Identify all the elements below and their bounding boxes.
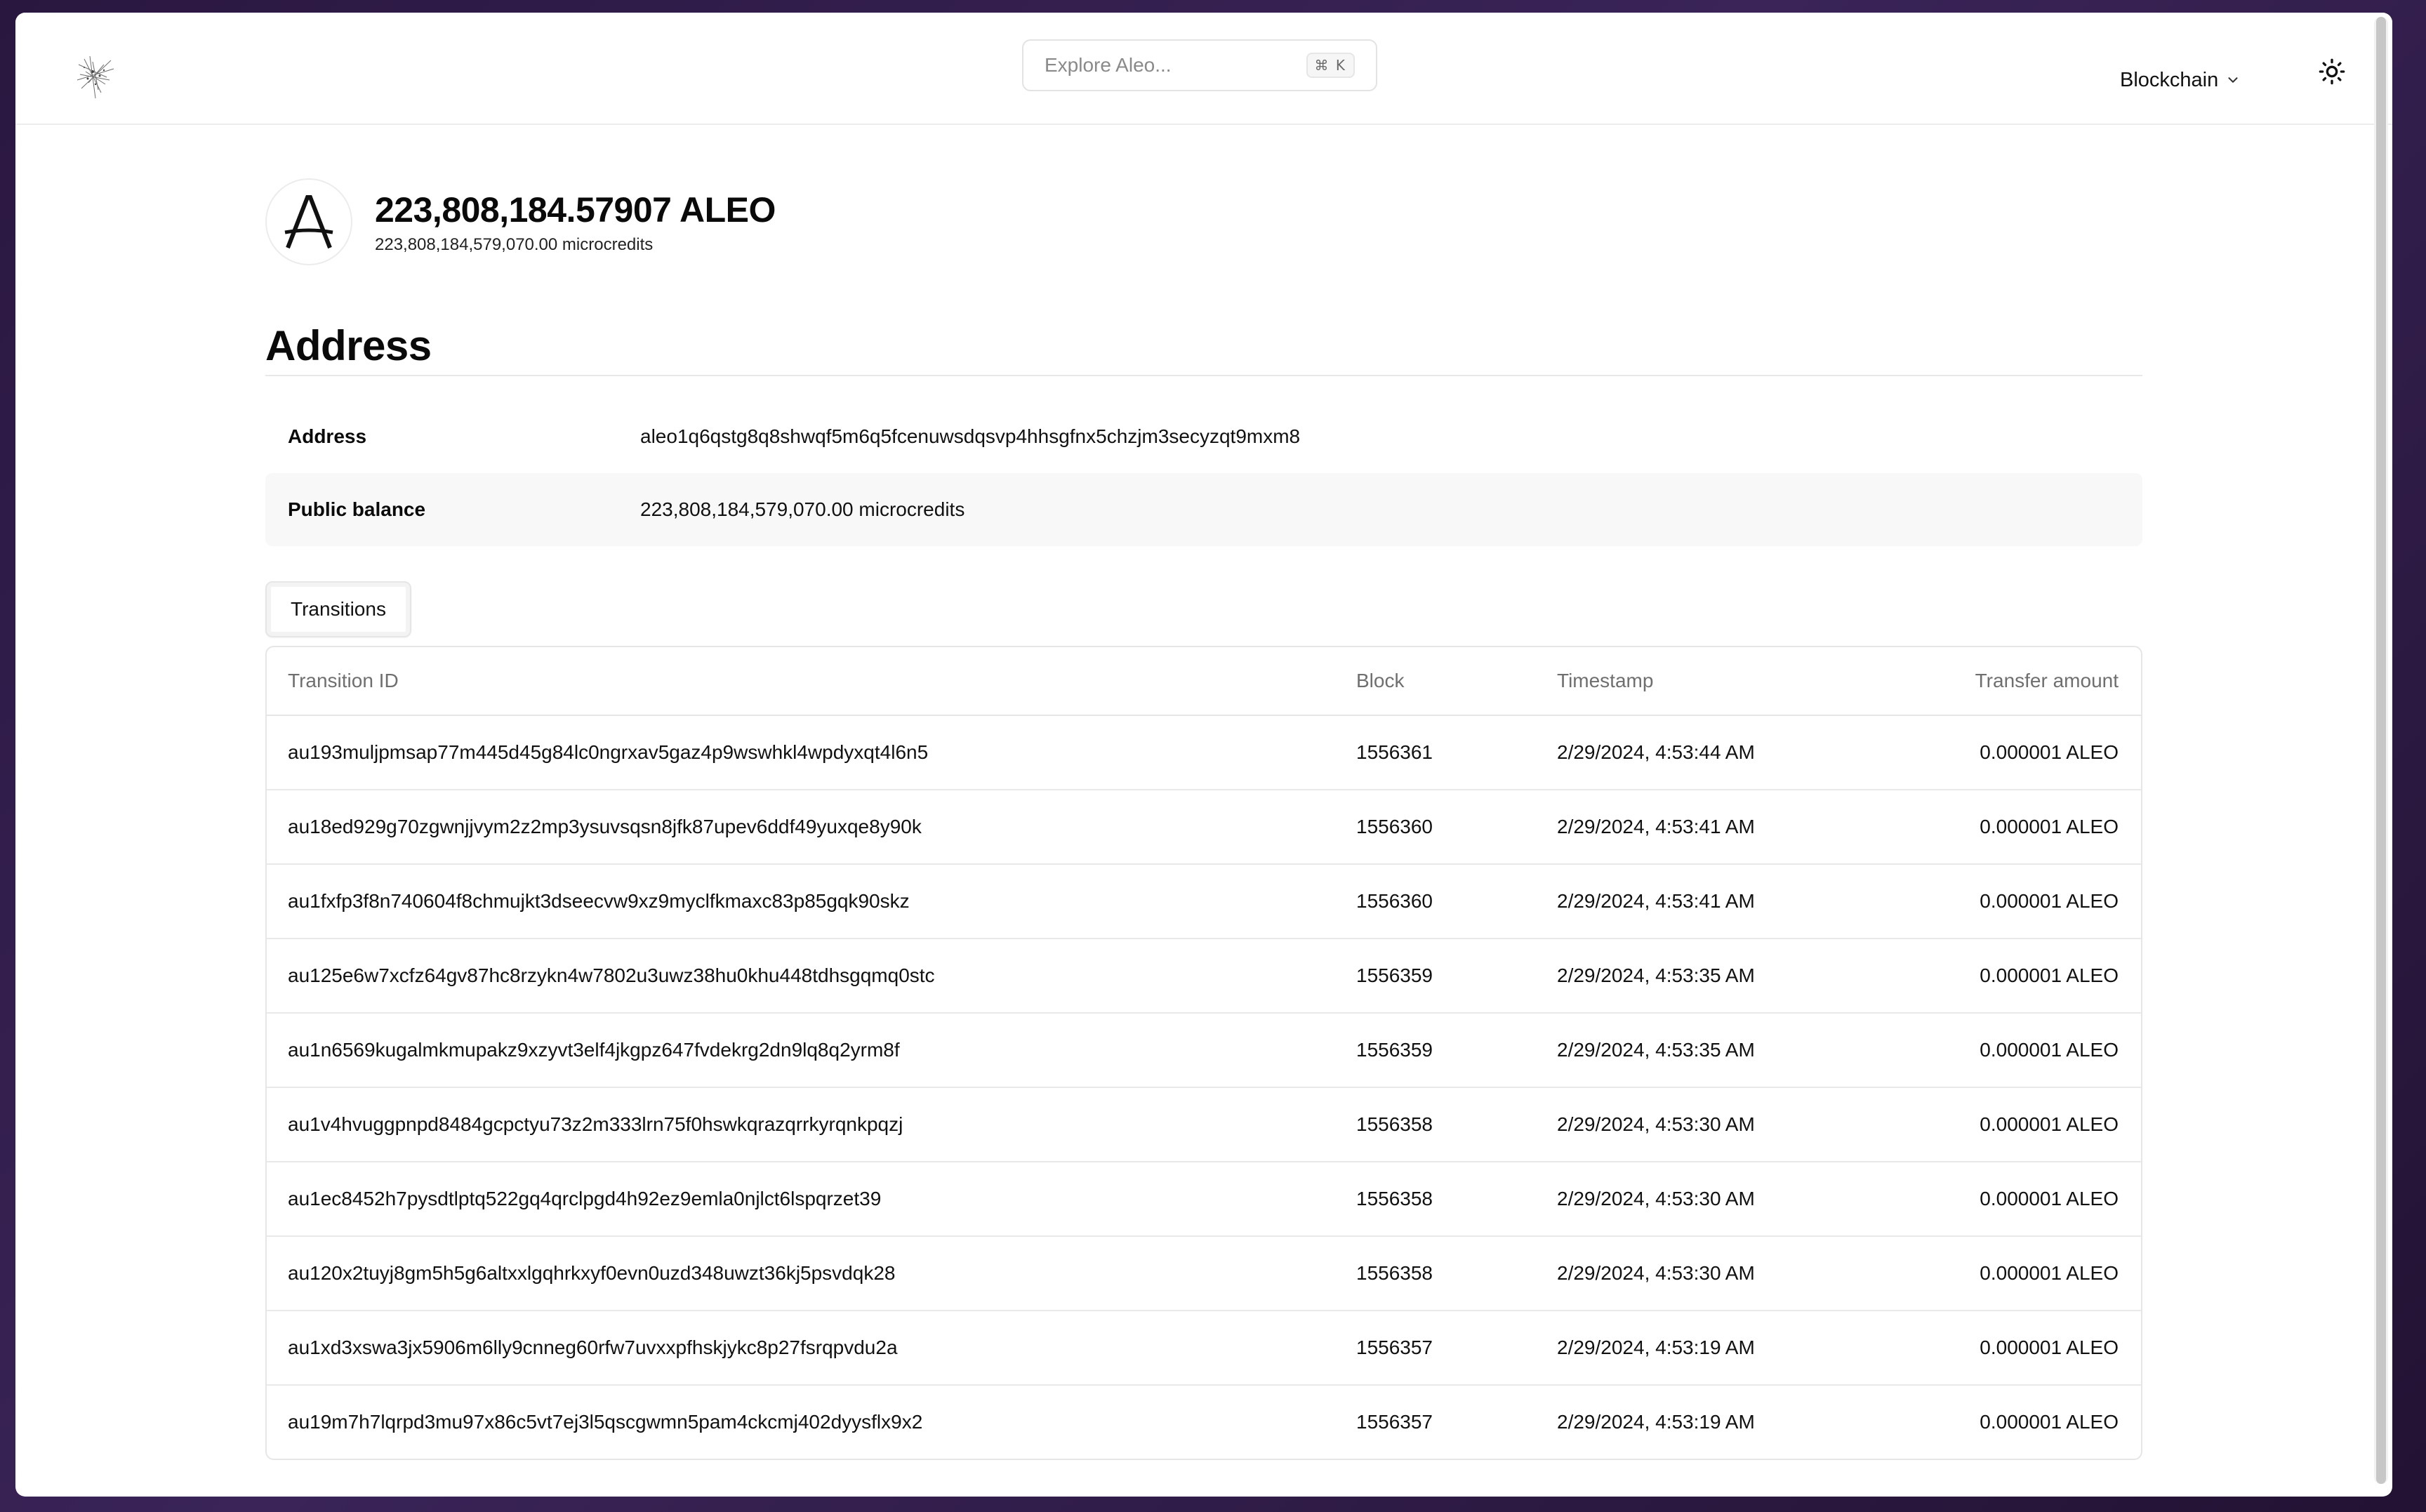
block-link[interactable]: 1556360 [1335,864,1536,939]
balance-microcredits: 223,808,184,579,070.00 microcredits [375,235,654,254]
block-link[interactable]: 1556360 [1335,790,1536,865]
divider [265,375,2142,376]
timestamp-cell: 2/29/2024, 4:53:30 AM [1536,1087,1923,1162]
amount-cell: 0.000001 ALEO [1923,1162,2141,1237]
vertical-scrollbar[interactable] [2374,17,2388,1484]
amount-cell: 0.000001 ALEO [1923,1236,2141,1311]
table-row[interactable]: au125e6w7xcfz64gv87hc8rzykn4w7802u3uwz38… [267,939,2141,1014]
amount-cell: 0.000001 ALEO [1923,864,2141,939]
table-row[interactable]: au19m7h7lqrpd3mu97x86c5vt7ej3l5qscgwmn5p… [267,1385,2141,1459]
column-header-transition-id: Transition ID [267,647,1335,716]
block-link[interactable]: 1556358 [1335,1236,1536,1311]
browser-window: Explore Aleo... ⌘ K Blockchain 223,808,1… [15,13,2392,1497]
scrollbar-thumb[interactable] [2376,17,2386,1484]
amount-cell: 0.000001 ALEO [1923,939,2141,1014]
balance-text: 223,808,184.57907 ALEO 223,808,184,579,0… [375,189,776,255]
amount-cell: 0.000001 ALEO [1923,790,2141,865]
blockchain-menu-label: Blockchain [2120,68,2219,91]
info-row-public-balance: Public balance 223,808,184,579,070.00 mi… [265,473,2142,546]
transition-id-link[interactable]: au1fxfp3f8n740604f8chmujkt3dseecvw9xz9my… [267,864,1335,939]
table-row[interactable]: au193muljpmsap77m445d45g84lc0ngrxav5gaz4… [267,715,2141,790]
public-balance-value: 223,808,184,579,070.00 microcredits [640,498,965,520]
transition-id-link[interactable]: au193muljpmsap77m445d45g84lc0ngrxav5gaz4… [267,715,1335,790]
chevron-down-icon [2228,77,2238,83]
address-value: aleo1q6qstg8q8shwqf5m6q5fcenuwsdqsvp4hhs… [640,425,1301,447]
theme-toggle-button[interactable] [2312,52,2352,91]
table-row[interactable]: au120x2tuyj8gm5h5g6altxxlgqhrkxyf0evn0uz… [267,1236,2141,1311]
table-row[interactable]: au1fxfp3f8n740604f8chmujkt3dseecvw9xz9my… [267,864,2141,939]
sun-icon [2319,58,2345,85]
transition-id-link[interactable]: au19m7h7lqrpd3mu97x86c5vt7ej3l5qscgwmn5p… [267,1385,1335,1459]
info-label: Public balance [288,498,426,520]
timestamp-cell: 2/29/2024, 4:53:30 AM [1536,1162,1923,1237]
transition-id-link[interactable]: au18ed929g70zgwnjjvym2z2mp3ysuvsqsn8jfk8… [267,790,1335,865]
block-link[interactable]: 1556358 [1335,1087,1536,1162]
amount-cell: 0.000001 ALEO [1923,1311,2141,1386]
transitions-table: Transition ID Block Timestamp Transfer a… [265,646,2142,1460]
block-link[interactable]: 1556357 [1335,1385,1536,1459]
site-logo[interactable] [65,44,128,107]
block-link[interactable]: 1556358 [1335,1162,1536,1237]
page-title: Address [265,322,432,369]
transition-id-link[interactable]: au125e6w7xcfz64gv87hc8rzykn4w7802u3uwz38… [267,939,1335,1014]
block-link[interactable]: 1556359 [1335,939,1536,1014]
keyboard-shortcut-hint: ⌘ K [1306,53,1355,78]
column-header-block: Block [1335,647,1536,716]
balance-header: 223,808,184.57907 ALEO 223,808,184,579,0… [265,178,776,265]
amount-cell: 0.000001 ALEO [1923,1087,2141,1162]
block-link[interactable]: 1556359 [1335,1013,1536,1088]
amount-cell: 0.000001 ALEO [1980,1411,2119,1433]
table-header-row: Transition ID Block Timestamp Transfer a… [267,647,2141,716]
tab-transitions[interactable]: Transitions [265,581,411,637]
block-link[interactable]: 1556361 [1335,715,1536,790]
balance-aleo: 223,808,184.57907 ALEO [375,190,776,230]
timestamp-cell: 2/29/2024, 4:53:19 AM [1557,1411,1755,1433]
transition-id-link[interactable]: au1n6569kugalmkmupakz9xzyvt3elf4jkgpz647… [267,1013,1335,1088]
column-header-transfer-amount: Transfer amount [1923,647,2141,716]
timestamp-cell: 2/29/2024, 4:53:35 AM [1536,1013,1923,1088]
timestamp-cell: 2/29/2024, 4:53:35 AM [1536,939,1923,1014]
block-link[interactable]: 1556357 [1335,1311,1536,1386]
logo-mark-icon [77,55,114,99]
transition-id-link[interactable]: au1v4hvuggpnpd8484gcpctyu73z2m333lrn75f0… [267,1087,1335,1162]
table-row[interactable]: au1n6569kugalmkmupakz9xzyvt3elf4jkgpz647… [267,1013,2141,1088]
transition-id-link[interactable]: au1ec8452h7pysdtlptq522gq4qrclpgd4h92ez9… [267,1162,1335,1237]
transition-id-link[interactable]: au1xd3xswa3jx5906m6lly9cnneg60rfw7uvxxpf… [267,1311,1335,1386]
table-row[interactable]: au1xd3xswa3jx5906m6lly9cnneg60rfw7uvxxpf… [267,1311,2141,1386]
aleo-a-icon [284,195,333,249]
aleo-token-logo [265,178,352,265]
timestamp-cell: 2/29/2024, 4:53:44 AM [1536,715,1923,790]
top-navigation-bar: Explore Aleo... ⌘ K Blockchain [15,13,2392,125]
timestamp-cell: 2/29/2024, 4:53:30 AM [1536,1236,1923,1311]
info-label: Address [288,425,367,447]
table-row[interactable]: au1ec8452h7pysdtlptq522gq4qrclpgd4h92ez9… [267,1162,2141,1237]
amount-cell: 0.000001 ALEO [1923,1013,2141,1088]
column-header-timestamp: Timestamp [1536,647,1923,716]
info-row-address: Address aleo1q6qstg8q8shwqf5m6q5fcenuwsd… [265,400,2142,473]
timestamp-cell: 2/29/2024, 4:53:41 AM [1536,864,1923,939]
timestamp-cell: 2/29/2024, 4:53:19 AM [1536,1311,1923,1386]
table-row[interactable]: au1v4hvuggpnpd8484gcpctyu73z2m333lrn75f0… [267,1087,2141,1162]
blockchain-menu-button[interactable]: Blockchain [2120,65,2241,95]
search-box[interactable]: Explore Aleo... ⌘ K [1022,39,1377,91]
amount-cell: 0.000001 ALEO [1923,715,2141,790]
timestamp-cell: 2/29/2024, 4:53:41 AM [1536,790,1923,865]
transition-id-link[interactable]: au120x2tuyj8gm5h5g6altxxlgqhrkxyf0evn0uz… [267,1236,1335,1311]
search-input[interactable]: Explore Aleo... [1045,54,1306,77]
table-row[interactable]: au18ed929g70zgwnjjvym2z2mp3ysuvsqsn8jfk8… [267,790,2141,865]
